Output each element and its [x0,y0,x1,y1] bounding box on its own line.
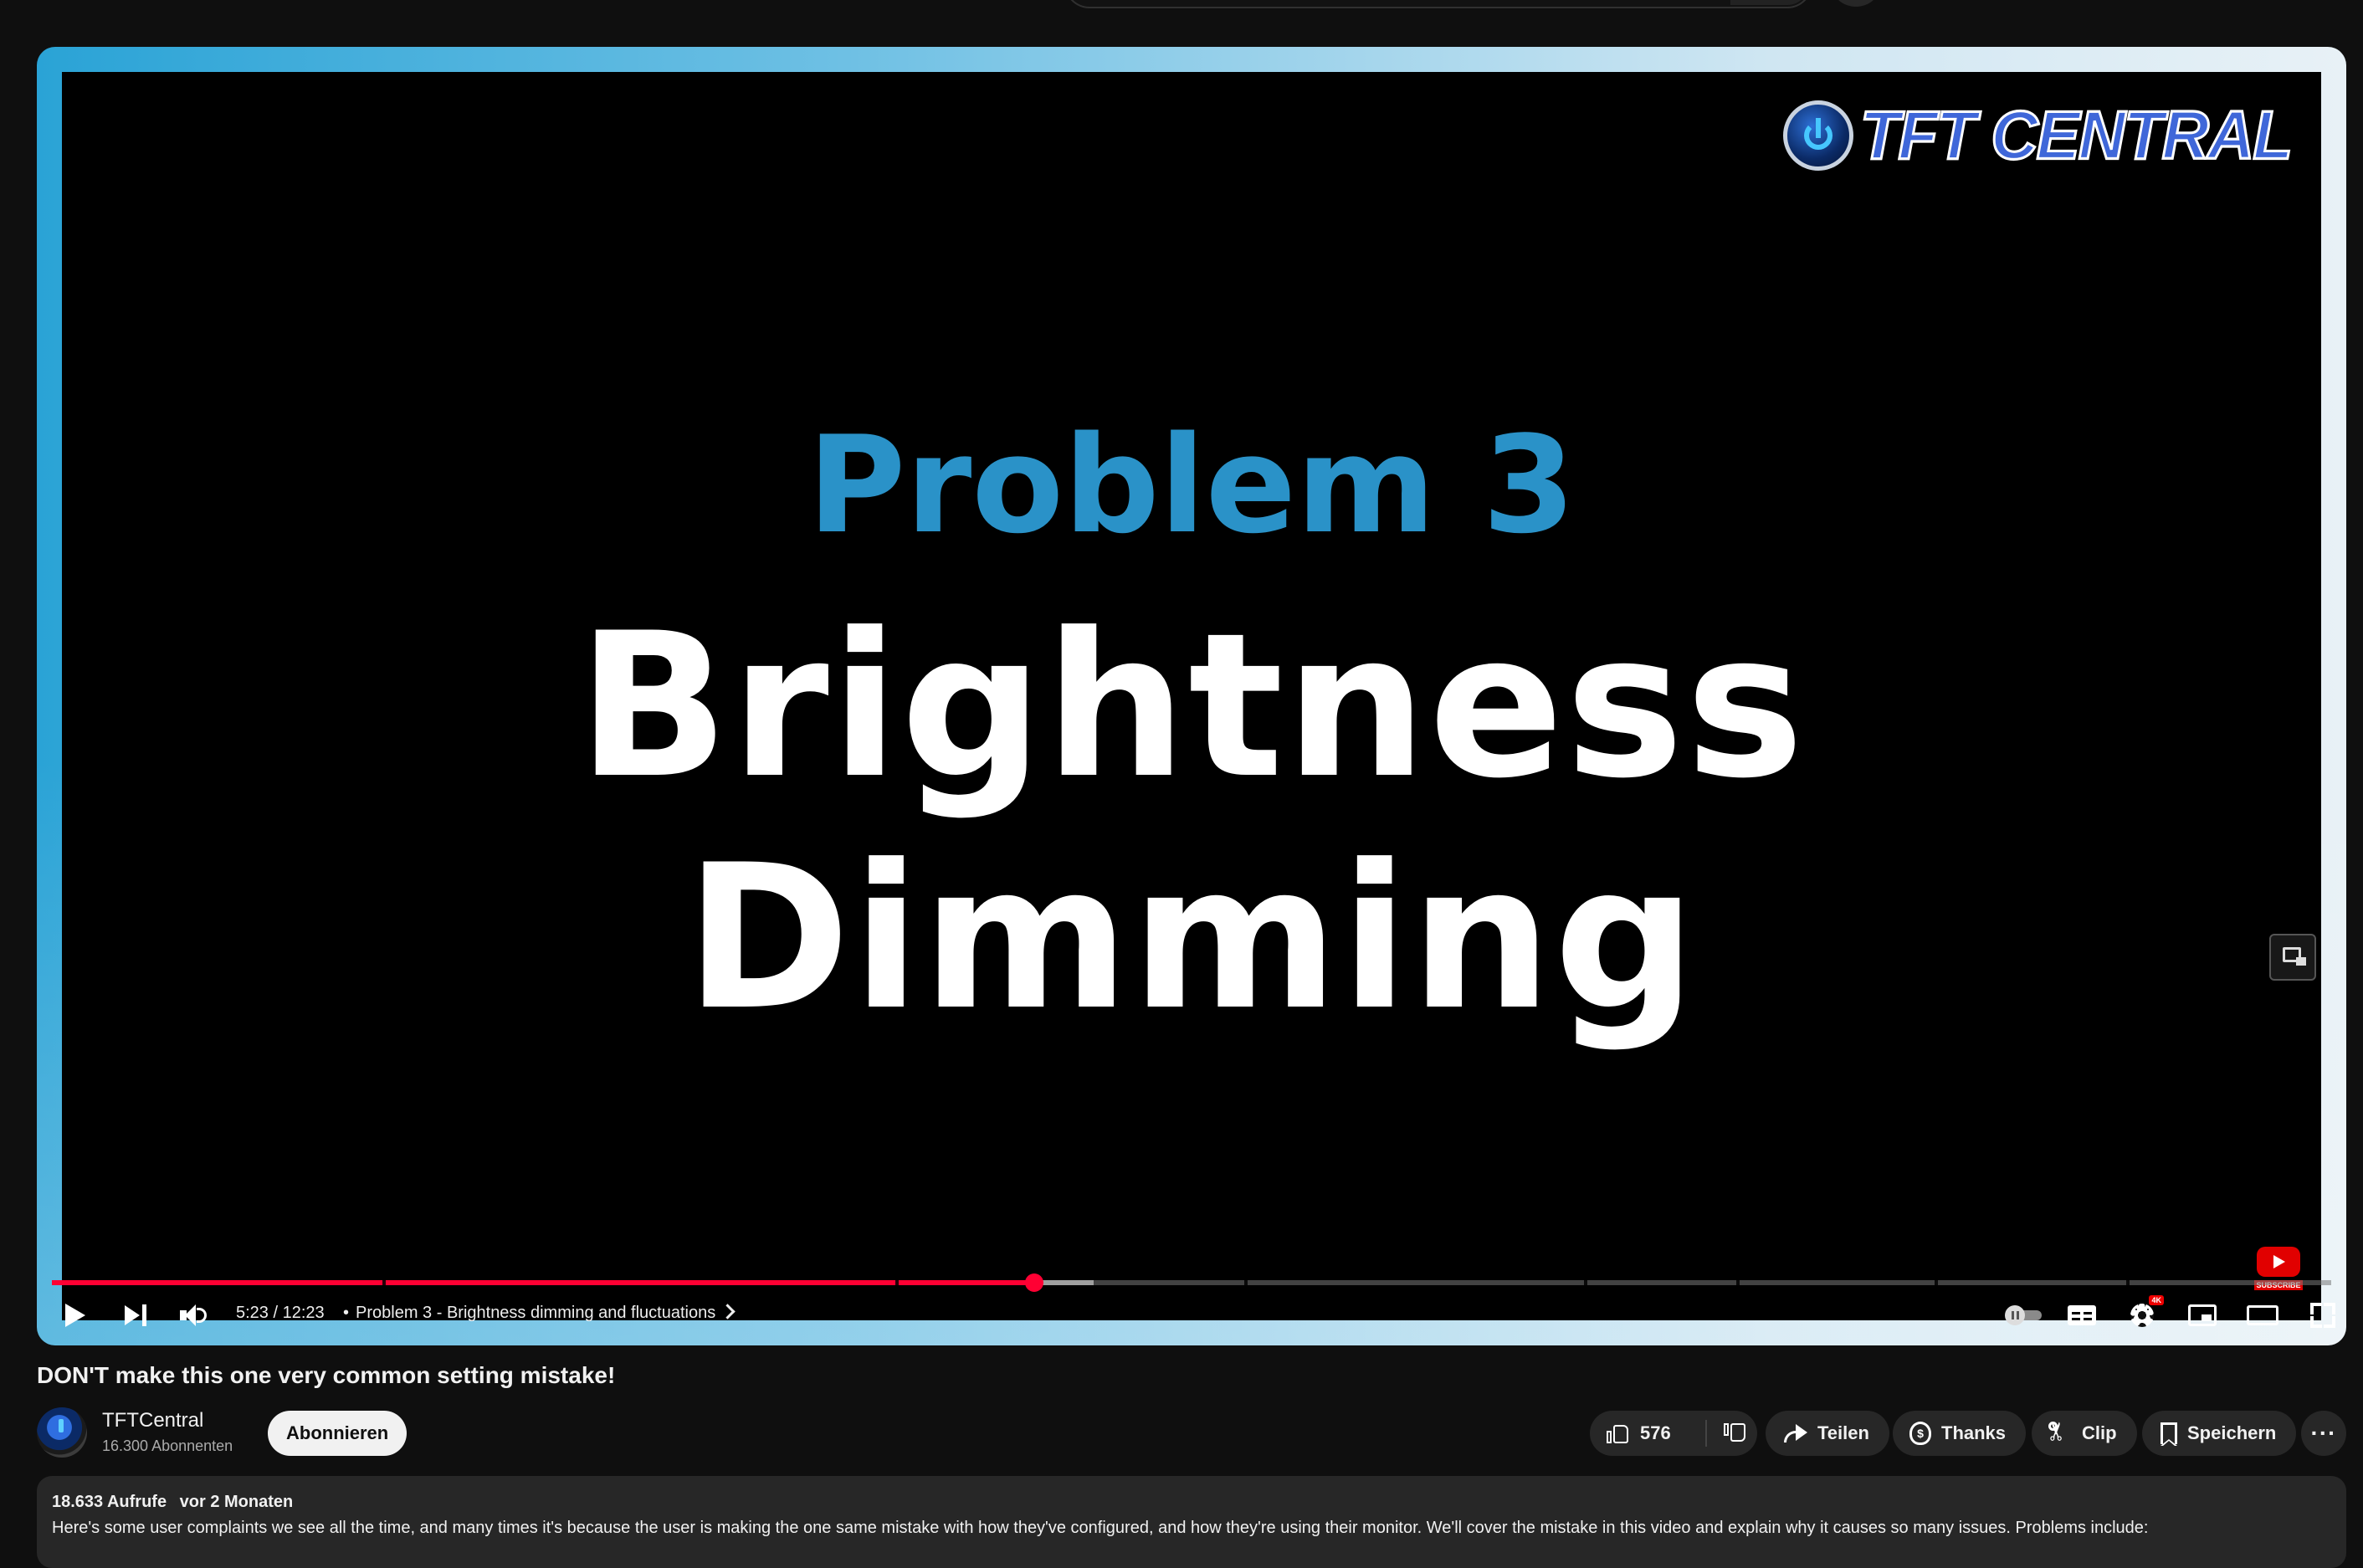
theater-mode-button[interactable] [2241,1294,2284,1337]
skip-next-icon [125,1304,146,1326]
video-title: DON'T make this one very common setting … [37,1362,616,1388]
subtitles-icon [2068,1305,2096,1325]
pause-icon [2005,1305,2025,1325]
view-count: 18.633 Aufrufe [52,1493,167,1511]
description-meta: 18.633 Aufrufe vor 2 Monaten [52,1493,2331,1512]
channel-name[interactable]: TFTCentral [102,1409,203,1432]
dislike-button[interactable] [1707,1411,1747,1456]
fullscreen-icon [2310,1303,2335,1328]
volume-icon [180,1303,208,1328]
player-controls: 5:23 / 12:23 • Problem 3 - Brightness dim… [37,1285,2346,1345]
save-button[interactable]: Speichern [2142,1411,2297,1456]
settings-button[interactable]: 4K [2120,1294,2164,1337]
voice-search-button[interactable] [1832,0,1879,7]
clip-label: Clip [2082,1422,2117,1443]
video-player[interactable]: TFT CENTRAL Problem 3 Brightness Dimming… [37,47,2346,1345]
bookmark-icon [2161,1422,2177,1446]
next-button[interactable] [114,1294,157,1337]
slide-heading: Problem 3 [807,407,1576,563]
thumbs-up-icon [1607,1422,1630,1445]
channel-avatar[interactable] [37,1407,87,1458]
tftcentral-logo: TFT CENTRAL [1782,95,2294,175]
logo-text: TFT CENTRAL [1858,95,2294,175]
separator-dot: • [343,1304,350,1322]
more-actions-button[interactable]: ··· [2301,1411,2346,1456]
scissors-icon [2048,1422,2072,1445]
play-icon [65,1304,85,1327]
gear-icon [2130,1304,2154,1327]
power-logo-icon [1782,100,1853,171]
share-button[interactable]: Teilen [1766,1411,1889,1456]
subtitles-button[interactable] [2060,1294,2104,1337]
chapter-title: Problem 3 - Brightness dimming and fluct… [356,1304,716,1322]
youtube-icon [2257,1247,2300,1277]
quality-badge: 4K [2149,1295,2164,1305]
thumbs-down-icon [1724,1422,1747,1445]
clip-button[interactable]: Clip [2032,1411,2137,1456]
subscribe-button[interactable]: Abonnieren [268,1411,408,1456]
chapter-button[interactable]: • Problem 3 - Brightness dimming and fluc… [343,1304,736,1323]
upload-age: vor 2 Monaten [179,1493,294,1511]
miniplayer-button[interactable] [2181,1294,2224,1337]
fullscreen-button[interactable] [2301,1294,2345,1337]
like-dislike-group: 576 [1590,1411,1757,1456]
like-count: 576 [1640,1422,1671,1443]
time-display: 5:23 / 12:23 [236,1304,325,1322]
thanks-label: Thanks [1941,1422,2007,1443]
description-box[interactable]: 18.633 Aufrufe vor 2 Monaten Here's some… [37,1476,2346,1568]
slide-subheading: Brightness Dimming [577,591,1807,1054]
theater-icon [2247,1305,2278,1325]
autoplay-toggle[interactable] [2005,1305,2045,1325]
channel-row: TFTCentral 16.300 Abonnenten Abonnieren … [37,1406,2346,1459]
save-label: Speichern [2187,1422,2277,1443]
miniplayer-icon [2188,1304,2217,1326]
mute-button[interactable] [172,1294,216,1337]
thanks-icon: $ [1909,1422,1931,1445]
play-button[interactable] [54,1294,97,1337]
description-text: Here's some user complaints we see all t… [52,1519,2149,1537]
subscriber-count: 16.300 Abonnenten [102,1437,233,1454]
search-box[interactable] [1064,0,1812,8]
video-frame[interactable]: TFT CENTRAL Problem 3 Brightness Dimming… [62,72,2321,1320]
expand-miniplayer-icon[interactable] [2269,934,2316,981]
share-label: Teilen [1817,1422,1869,1443]
like-button[interactable]: 576 [1590,1411,1705,1456]
chevron-right-icon [720,1304,736,1319]
thanks-button[interactable]: $ Thanks [1893,1411,2027,1456]
share-icon [1782,1424,1807,1442]
